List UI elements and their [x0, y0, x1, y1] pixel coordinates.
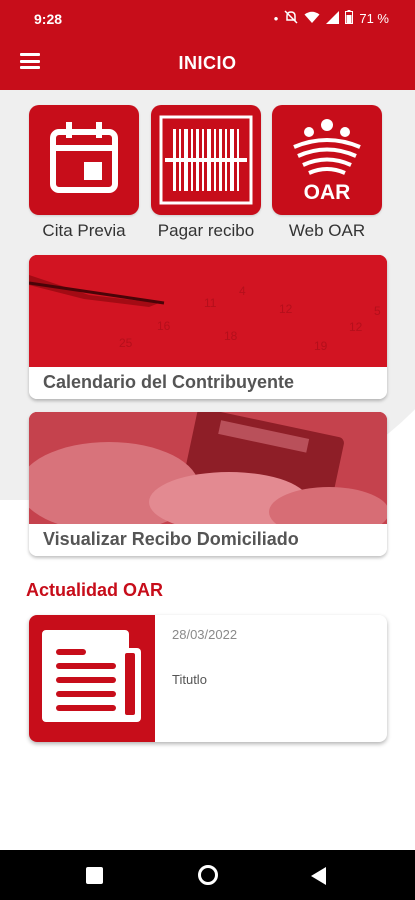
svg-text:18: 18 [224, 329, 238, 343]
quick-action-label: Web OAR [288, 221, 366, 240]
calendar-photo: 11 4 12 16 25 19 12 5 18 [29, 255, 387, 367]
barcode-scan-icon [159, 115, 253, 205]
news-date: 28/03/2022 [172, 627, 238, 642]
quick-action-cita-previa[interactable]: Cita Previa [29, 105, 139, 241]
oar-tile[interactable]: OAR [272, 105, 382, 215]
svg-text:5: 5 [374, 304, 381, 318]
news-thumbnail [29, 615, 155, 742]
status-time: 9:28 [34, 11, 63, 27]
wifi-icon [304, 11, 320, 27]
quick-action-label: Pagar recibo [157, 221, 255, 240]
battery-icon [345, 10, 354, 27]
app-bar: INICIO [0, 36, 415, 90]
newspaper-icon [42, 630, 141, 722]
oar-logo-text: OAR [304, 181, 351, 204]
notification-dot-icon: • [273, 11, 279, 26]
news-card[interactable]: 28/03/2022 Titutlo [29, 615, 387, 742]
signal-icon [326, 10, 340, 27]
quick-action-label: Cita Previa [42, 221, 126, 240]
svg-text:4: 4 [239, 284, 246, 298]
calendar-icon [50, 122, 118, 193]
home-icon[interactable] [198, 865, 218, 885]
battery-percent: 71 % [359, 11, 389, 26]
status-icons: • 71 % [274, 10, 389, 27]
banner-label: Visualizar Recibo Domiciliado [29, 524, 387, 556]
card-payment-photo [29, 412, 387, 524]
news-section-title: Actualidad OAR [26, 580, 164, 600]
back-icon[interactable] [311, 867, 326, 885]
svg-text:12: 12 [279, 302, 293, 316]
news-headline: Titutlo [172, 672, 207, 687]
main-content: Cita Previa Pagar recibo OAR Web OAR 11 … [0, 90, 415, 850]
quick-action-web-oar[interactable]: OAR Web OAR [272, 105, 382, 241]
status-bar: 9:28 • 71 % [0, 0, 415, 36]
svg-text:16: 16 [157, 319, 171, 333]
calendar-tile[interactable] [29, 105, 139, 215]
svg-text:11: 11 [204, 296, 217, 310]
svg-text:12: 12 [349, 320, 363, 334]
recents-icon[interactable] [86, 867, 103, 884]
svg-text:19: 19 [314, 339, 328, 353]
banner-calendario-contribuyente[interactable]: 11 4 12 16 25 19 12 5 18 Calendario del Contri… [29, 255, 387, 399]
system-nav-bar [0, 850, 415, 900]
oar-logo-icon: OAR [293, 119, 361, 204]
page-title: INICIO [178, 53, 237, 73]
quick-action-pagar-recibo[interactable]: Pagar recibo [151, 105, 261, 241]
barcode-tile[interactable] [151, 105, 261, 215]
banner-visualizar-recibo[interactable]: Visualizar Recibo Domiciliado [29, 412, 387, 556]
banner-label: Calendario del Contribuyente [29, 367, 387, 399]
svg-text:25: 25 [119, 336, 133, 350]
mute-icon [284, 10, 298, 27]
